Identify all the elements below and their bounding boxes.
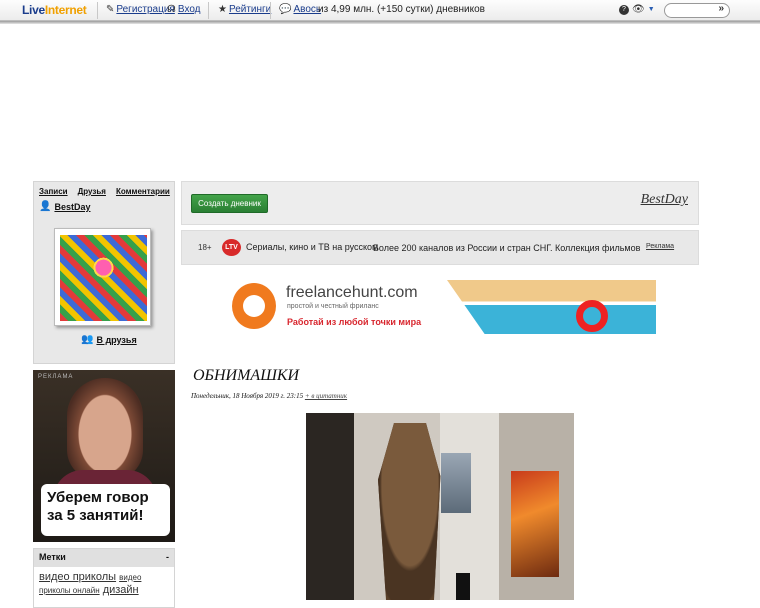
banner-brand: freelancehunt.com: [286, 284, 418, 301]
beach-illustration: [447, 280, 656, 334]
nav-comments[interactable]: Комментарии: [116, 187, 170, 196]
promo-logo-icon: LTV: [222, 239, 241, 256]
avos-link-group[interactable]: 💬 Авось: [279, 4, 321, 15]
pen-icon: ✎: [106, 4, 115, 15]
ad-label: РЕКЛАМА: [38, 374, 74, 380]
sidebar-ad[interactable]: РЕКЛАМА Уберем говор за 5 занятий!: [33, 370, 175, 542]
promo-description[interactable]: Более 200 каналов из России и стран СНГ.…: [373, 243, 640, 253]
avatar[interactable]: [60, 235, 147, 321]
ad-headline[interactable]: Уберем говор за 5 занятий!: [41, 484, 170, 536]
create-diary-bar: Создать дневник BestDay: [181, 181, 699, 225]
topbar-shadow: [0, 21, 760, 24]
top-tools: ? 👁 ▼: [619, 4, 655, 15]
search-input[interactable]: »: [664, 3, 730, 18]
post-title[interactable]: ОБНИМАШКИ: [193, 367, 299, 385]
create-diary-button[interactable]: Создать дневник: [191, 194, 268, 213]
freelancehunt-logo-icon: [232, 283, 276, 329]
profile-nav: Записи Друзья Комментарии: [39, 187, 170, 196]
blog-title-link[interactable]: BestDay: [641, 192, 688, 208]
nav-posts[interactable]: Записи: [39, 187, 68, 196]
top-navigation-bar: LiveInternet ✎ Регистрация ☊ Вход ★ Рейт…: [0, 0, 760, 21]
avatar-frame[interactable]: [54, 228, 151, 326]
nav-friends[interactable]: Друзья: [78, 187, 106, 196]
tag-link[interactable]: видео приколы: [39, 571, 116, 583]
divider: [97, 2, 98, 19]
eye-icon[interactable]: 👁: [632, 4, 645, 15]
logo-text-internet: Internet: [44, 3, 87, 17]
tags-header[interactable]: Метки -: [34, 549, 174, 567]
post-meta: Понедельник, 18 Ноября 2019 г. 23:15 + в…: [191, 392, 347, 400]
diary-stats: из 4,99 млн. (+150 сутки) дневников: [318, 4, 485, 15]
avos-link[interactable]: Авось: [293, 4, 321, 15]
chat-bubbles-icon: 💬: [279, 4, 292, 15]
gallery-painting: [511, 471, 559, 577]
help-icon[interactable]: ?: [619, 4, 629, 15]
post-image[interactable]: [306, 413, 574, 600]
liveinternet-logo[interactable]: LiveInternet: [22, 3, 87, 17]
divider: [270, 2, 271, 19]
tag-link[interactable]: дизайн: [103, 584, 139, 596]
profile-user[interactable]: 👤 BestDay: [39, 201, 90, 212]
tags-panel: Метки - видео приколы видео приколы онла…: [33, 548, 175, 608]
banner-slogan: Работай из любой точки мира: [287, 317, 422, 327]
add-friend[interactable]: 👥 В друзья: [81, 334, 137, 345]
add-friend-icon: 👥: [81, 334, 94, 345]
collapse-toggle[interactable]: -: [166, 552, 169, 564]
divider: [208, 2, 209, 19]
statue-stand: [456, 573, 470, 600]
add-friend-link[interactable]: В друзья: [96, 335, 136, 345]
age-rating: 18+: [198, 243, 212, 252]
register-link-group[interactable]: ✎ Регистрация: [106, 4, 175, 15]
life-ring-icon: [576, 300, 608, 332]
tags-title: Метки: [39, 552, 66, 562]
promo-ad-label[interactable]: Реклама: [646, 243, 674, 250]
star-icon: ★: [218, 4, 227, 15]
post-date: Понедельник, 18 Ноября 2019 г. 23:15: [191, 392, 304, 400]
promo-bar[interactable]: 18+ LTV Сериалы, кино и ТВ на русском Бо…: [181, 230, 699, 265]
tags-cloud: видео приколы видео приколы онлайн дизай…: [34, 567, 174, 601]
embracing-statue: [378, 423, 441, 600]
chevron-down-icon[interactable]: ▼: [648, 6, 655, 13]
profile-panel: Записи Друзья Комментарии 👤 BestDay 👥 В …: [33, 181, 175, 364]
gallery-painting: [441, 453, 471, 513]
quote-link[interactable]: + в цитатник: [305, 392, 347, 400]
ratings-link[interactable]: Рейтинги: [229, 4, 271, 15]
login-link[interactable]: Вход: [178, 4, 201, 15]
username-link[interactable]: BestDay: [54, 202, 90, 212]
ratings-link-group[interactable]: ★ Рейтинги: [218, 4, 271, 15]
search-submit-button[interactable]: »: [718, 3, 724, 14]
freelancehunt-banner[interactable]: freelancehunt.com простой и честный фрил…: [224, 280, 656, 334]
login-link-group[interactable]: ☊ Вход: [167, 4, 201, 15]
user-icon: 👤: [39, 201, 52, 212]
promo-title[interactable]: Сериалы, кино и ТВ на русском: [246, 242, 378, 252]
banner-subtitle: простой и честный фриланс: [287, 303, 379, 310]
logo-text-live: Live: [22, 3, 45, 17]
headphones-icon: ☊: [167, 4, 176, 15]
ad-portrait: [67, 378, 143, 480]
